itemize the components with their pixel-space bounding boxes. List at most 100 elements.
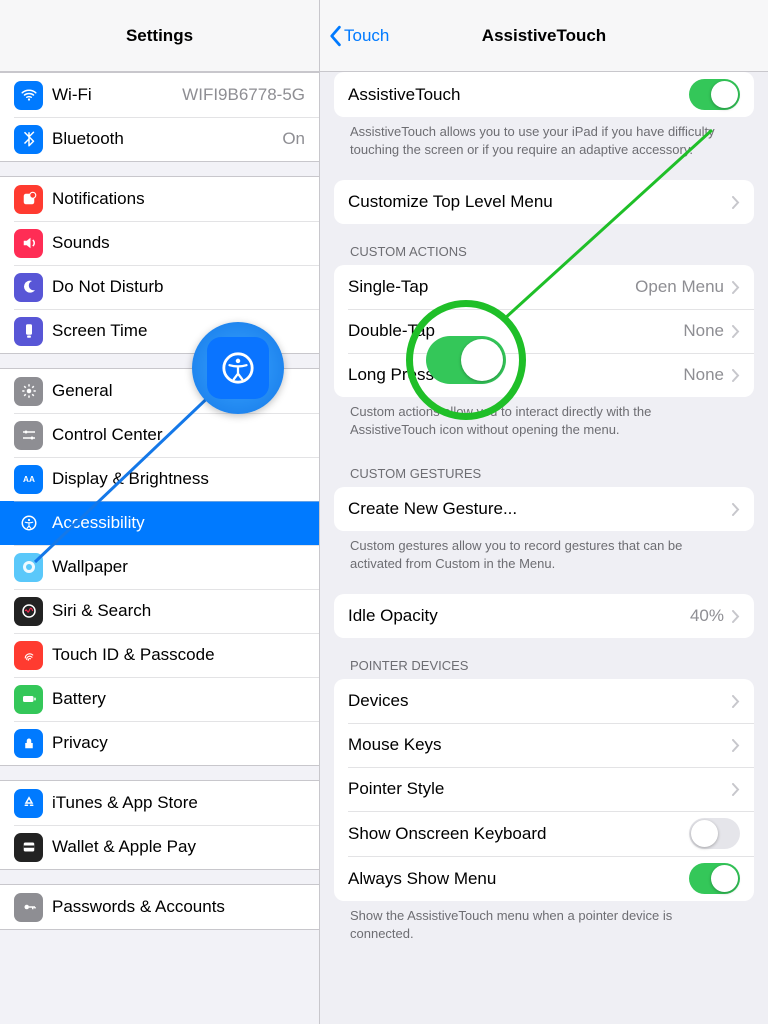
sidebar-item-label: General — [52, 381, 112, 401]
detail-pane: Touch AssistiveTouch AssistiveTouchAssis… — [320, 0, 768, 1024]
wifi-icon — [14, 81, 43, 110]
section-header: CUSTOM GESTURES — [320, 460, 768, 487]
sidebar-item-control-center[interactable]: Control Center — [0, 413, 319, 457]
row-devices[interactable]: Devices — [334, 679, 754, 723]
back-button[interactable]: Touch — [328, 0, 389, 72]
sidebar-item-display-brightness[interactable]: AA Display & Brightness — [0, 457, 319, 501]
section-header: POINTER DEVICES — [320, 652, 768, 679]
sidebar-item-siri-search[interactable]: Siri & Search — [0, 589, 319, 633]
row-label: Devices — [348, 691, 408, 711]
row-create-new-gesture-[interactable]: Create New Gesture... — [334, 487, 754, 531]
row-label: Long Press — [348, 365, 434, 385]
section-footer: Show the AssistiveTouch menu when a poin… — [320, 901, 768, 950]
general-icon — [14, 377, 43, 406]
chevron-right-icon — [732, 610, 740, 623]
sidebar-item-label: Wallpaper — [52, 557, 128, 577]
section-footer: AssistiveTouch allows you to use your iP… — [320, 117, 768, 166]
sidebar-item-touch-id-passcode[interactable]: Touch ID & Passcode — [0, 633, 319, 677]
chevron-right-icon — [732, 281, 740, 294]
sidebar-item-label: iTunes & App Store — [52, 793, 198, 813]
svg-text:AA: AA — [23, 475, 35, 484]
detail-content[interactable]: AssistiveTouch AssistiveTouch allows you … — [320, 72, 768, 1024]
screentime-icon — [14, 317, 43, 346]
sidebar-item-passwords-accounts[interactable]: Passwords & Accounts — [0, 885, 319, 929]
sidebar-item-label: Screen Time — [52, 321, 147, 341]
row-label: AssistiveTouch — [348, 85, 460, 105]
settings-sidebar: Settings Wi-FiWIFI9B6778-5G Bluetooth On No… — [0, 0, 320, 1024]
row-label: Mouse Keys — [348, 735, 442, 755]
sidebar-item-label: Control Center — [52, 425, 163, 445]
sounds-icon — [14, 229, 43, 258]
sidebar-item-label: Privacy — [52, 733, 108, 753]
settings-list[interactable]: Wi-FiWIFI9B6778-5G Bluetooth On Notificatio… — [0, 72, 319, 1024]
row-double-tap[interactable]: Double-TapNone — [334, 309, 754, 353]
sidebar-item-value: On — [282, 129, 305, 149]
section-footer: Custom actions allow you to interact dir… — [320, 397, 768, 446]
sidebar-item-label: Battery — [52, 689, 106, 709]
dnd-icon — [14, 273, 43, 302]
sidebar-item-sounds[interactable]: Sounds — [0, 221, 319, 265]
sidebar-item-label: Display & Brightness — [52, 469, 209, 489]
sidebar-item-wi-fi[interactable]: Wi-FiWIFI9B6778-5G — [0, 73, 319, 117]
appstore-icon — [14, 789, 43, 818]
row-assistivetouch[interactable]: AssistiveTouch — [334, 72, 754, 117]
passwords-icon — [14, 893, 43, 922]
row-label: Customize Top Level Menu — [348, 192, 553, 212]
sidebar-item-label: Touch ID & Passcode — [52, 645, 215, 665]
bluetooth-icon — [14, 125, 43, 154]
sidebar-item-do-not-disturb[interactable]: Do Not Disturb — [0, 265, 319, 309]
accessibility-icon — [14, 509, 43, 538]
sidebar-item-label: Sounds — [52, 233, 110, 253]
sidebar-item-label: Bluetooth — [52, 129, 124, 149]
siri-icon — [14, 597, 43, 626]
sidebar-item-general[interactable]: General — [0, 369, 319, 413]
sidebar-item-notifications[interactable]: Notifications — [0, 177, 319, 221]
row-label: Single-Tap — [348, 277, 428, 297]
detail-title: AssistiveTouch — [482, 26, 606, 46]
row-customize-top-level-menu[interactable]: Customize Top Level Menu — [334, 180, 754, 224]
sidebar-item-accessibility[interactable]: Accessibility — [0, 501, 319, 545]
sidebar-item-wallpaper[interactable]: Wallpaper — [0, 545, 319, 589]
sidebar-item-label: Siri & Search — [52, 601, 151, 621]
sidebar-item-label: Wallet & Apple Pay — [52, 837, 196, 857]
row-label: Show Onscreen Keyboard — [348, 824, 546, 844]
wallpaper-icon — [14, 553, 43, 582]
row-always-show-menu[interactable]: Always Show Menu — [334, 856, 754, 901]
wallet-icon — [14, 833, 43, 862]
sidebar-item-privacy[interactable]: Privacy — [0, 721, 319, 765]
sidebar-item-label: Wi-Fi — [52, 85, 92, 105]
toggle[interactable] — [689, 818, 740, 849]
row-idle-opacity[interactable]: Idle Opacity 40% — [334, 594, 754, 638]
row-value: 40% — [690, 606, 724, 626]
sidebar-item-label: Notifications — [52, 189, 145, 209]
sidebar-item-battery[interactable]: Battery — [0, 677, 319, 721]
chevron-right-icon — [732, 503, 740, 516]
section-header: CUSTOM ACTIONS — [320, 238, 768, 265]
row-label: Idle Opacity — [348, 606, 438, 626]
row-show-onscreen-keyboard[interactable]: Show Onscreen Keyboard — [334, 811, 754, 856]
sidebar-item-screen-time[interactable]: Screen Time — [0, 309, 319, 353]
toggle[interactable] — [689, 79, 740, 110]
chevron-right-icon — [732, 196, 740, 209]
sidebar-item-label: Do Not Disturb — [52, 277, 163, 297]
row-mouse-keys[interactable]: Mouse Keys — [334, 723, 754, 767]
row-long-press[interactable]: Long Press None — [334, 353, 754, 397]
chevron-right-icon — [732, 739, 740, 752]
row-label: Always Show Menu — [348, 869, 496, 889]
row-value: None — [683, 365, 724, 385]
privacy-icon — [14, 729, 43, 758]
sidebar-item-wallet-apple-pay[interactable]: Wallet & Apple Pay — [0, 825, 319, 869]
row-pointer-style[interactable]: Pointer Style — [334, 767, 754, 811]
displaybrightness-icon: AA — [14, 465, 43, 494]
row-value: Open Menu — [635, 277, 724, 297]
sidebar-item-bluetooth[interactable]: Bluetooth On — [0, 117, 319, 161]
settings-header: Settings — [0, 0, 319, 72]
row-single-tap[interactable]: Single-Tap Open Menu — [334, 265, 754, 309]
touchid-icon — [14, 641, 43, 670]
row-value: None — [683, 321, 724, 341]
chevron-right-icon — [732, 369, 740, 382]
chevron-right-icon — [732, 325, 740, 338]
battery-icon — [14, 685, 43, 714]
toggle[interactable] — [689, 863, 740, 894]
sidebar-item-itunes-app-store[interactable]: iTunes & App Store — [0, 781, 319, 825]
